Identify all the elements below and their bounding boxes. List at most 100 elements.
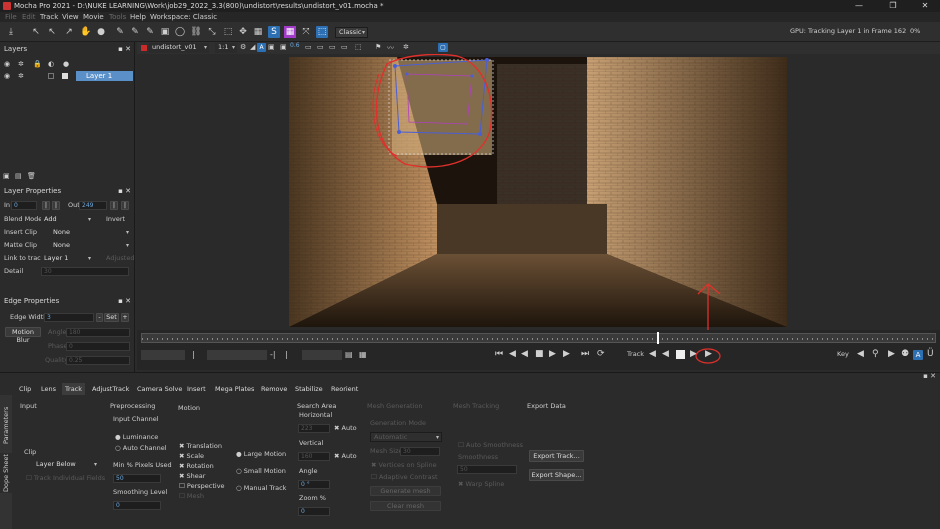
select-icon[interactable]: ↖	[30, 26, 42, 38]
corner-pin-icon[interactable]: ⬚	[222, 26, 234, 38]
set-button[interactable]: Set	[104, 313, 119, 322]
menu-file[interactable]: File	[5, 12, 17, 22]
mesh-checkbox[interactable]: ☐ Mesh	[179, 492, 204, 501]
tab-mega-plates[interactable]: Mega Plates	[212, 383, 257, 395]
phase-field[interactable]: 0	[66, 342, 130, 351]
auto-smoothness-checkbox[interactable]: ☐ Auto Smoothness	[458, 441, 523, 450]
prev-key-icon[interactable]: ◀	[857, 349, 864, 359]
adaptive-contrast-checkbox[interactable]: ☐ Adaptive Contrast	[371, 473, 438, 482]
sun-icon[interactable]: ✲	[18, 60, 24, 68]
mask-icon[interactable]: ▣	[280, 43, 287, 51]
timeline-scrubber[interactable]	[141, 332, 937, 344]
in-set-button[interactable]: |	[42, 201, 50, 210]
layer-track-icon[interactable]: ✲	[18, 72, 24, 80]
marker-icon[interactable]: |	[285, 350, 288, 359]
blend-mode-select[interactable]: Add	[41, 215, 93, 225]
lock-icon[interactable]: 🔒	[33, 60, 42, 68]
luminance-radio[interactable]: ● Luminance	[115, 433, 158, 442]
layer-row[interactable]: ◉ ✲ Layer 1	[0, 71, 134, 81]
hand-icon[interactable]: ✋	[80, 26, 92, 38]
generate-mesh-button[interactable]: Generate mesh	[370, 486, 441, 496]
vertices-on-spline-checkbox[interactable]: ✖ Vertices on Spline	[371, 461, 437, 470]
smoothing-level-field[interactable]: 0	[113, 501, 161, 510]
in-point-icon[interactable]: |	[192, 350, 195, 359]
minimize-button[interactable]: —	[846, 0, 872, 12]
go-start-icon[interactable]: ⏮	[495, 349, 503, 359]
export-track-button[interactable]: Export Track...	[529, 450, 584, 462]
new-layer-icon[interactable]: ▣	[3, 172, 10, 180]
insert-clip-select[interactable]: None	[41, 228, 131, 238]
invert-label[interactable]: Invert	[106, 215, 125, 224]
large-motion-radio[interactable]: ● Large Motion	[236, 450, 286, 459]
undo-key-icon[interactable]: Ü	[927, 349, 934, 359]
stop-tracking-button[interactable]	[676, 350, 685, 359]
go-end-icon[interactable]: ⏭	[581, 349, 589, 359]
mesh-size-field[interactable]: 30	[400, 447, 440, 456]
next-key-icon[interactable]: ▶	[888, 349, 895, 359]
layer-lock-checkbox[interactable]	[48, 73, 54, 79]
transform-icon[interactable]: ⤡	[206, 26, 218, 38]
viewer-canvas[interactable]	[137, 54, 940, 330]
export-shape-button[interactable]: Export Shape...	[529, 469, 584, 481]
tab-camera-solve[interactable]: Camera Solve	[134, 383, 185, 395]
angle-field[interactable]: 180	[66, 328, 130, 337]
vertical-field[interactable]: 160	[298, 452, 330, 461]
perspective-checkbox[interactable]: ☐ Perspective	[179, 482, 225, 491]
layer-name[interactable]: Layer 1	[76, 71, 133, 81]
warp-icon[interactable]: ⤧	[300, 26, 312, 38]
warp-spline-checkbox[interactable]: ✖ Warp Spline	[458, 480, 504, 489]
tab-reorient[interactable]: Reorient	[328, 383, 361, 395]
search-angle-field[interactable]: 0 °	[298, 480, 330, 489]
clip-select[interactable]: undistort_v01	[149, 43, 209, 53]
zoom-select[interactable]: 1:1	[215, 43, 237, 53]
out-field[interactable]	[302, 350, 342, 360]
surface-icon[interactable]: S	[268, 26, 280, 38]
add-key-icon[interactable]: ⚲	[872, 349, 879, 359]
scale-checkbox[interactable]: ✖ Scale	[179, 452, 204, 461]
playhead[interactable]	[657, 332, 659, 344]
edge-width-increment[interactable]: +	[121, 313, 129, 322]
menu-track[interactable]: Track	[40, 12, 58, 22]
in-goto-button[interactable]: |	[52, 201, 60, 210]
edge-width-decrement[interactable]: -	[96, 313, 103, 322]
rotation-checkbox[interactable]: ✖ Rotation	[179, 462, 214, 471]
view-icon[interactable]: ▭	[305, 43, 312, 51]
viewer[interactable]	[137, 54, 940, 332]
in-field[interactable]	[207, 350, 267, 360]
layer-view-icon[interactable]: ▭	[329, 43, 336, 51]
out-field[interactable]: 249	[79, 201, 107, 210]
close-panel-icon[interactable]: ▪ ✕	[118, 296, 131, 306]
tab-insert[interactable]: Insert	[184, 383, 209, 395]
maximize-button[interactable]: ❐	[880, 0, 906, 12]
shear-checkbox[interactable]: ✖ Shear	[179, 472, 205, 481]
pin-icon[interactable]: ⚑	[375, 43, 381, 51]
menu-workspace[interactable]: Workspace: Classic	[150, 12, 217, 22]
input-clip-select[interactable]: Layer Below	[24, 460, 99, 470]
matte-clip-select[interactable]: None	[41, 241, 131, 251]
overlay-icon[interactable]: ▣	[268, 43, 275, 51]
mesh-icon[interactable]: ⬚	[316, 26, 328, 38]
menu-edit[interactable]: Edit	[22, 12, 36, 22]
layer-color-swatch[interactable]	[62, 73, 68, 79]
track-individual-fields-checkbox[interactable]: ☐ Track Individual Fields	[26, 474, 105, 483]
small-motion-radio[interactable]: ○ Small Motion	[236, 467, 286, 476]
duplicate-layer-icon[interactable]: ▤	[15, 172, 22, 180]
step-back-icon[interactable]: ◀	[509, 349, 516, 359]
tab-track[interactable]: Track	[62, 383, 86, 395]
menu-movie[interactable]: Movie	[83, 12, 104, 22]
tab-remove[interactable]: Remove	[258, 383, 290, 395]
add-xspline-icon[interactable]: ✎	[129, 26, 141, 38]
pick-icon[interactable]: ↗	[63, 26, 75, 38]
translation-checkbox[interactable]: ✖ Translation	[179, 442, 222, 451]
bezier-icon[interactable]: ✎	[144, 26, 156, 38]
grid-icon[interactable]: ▦	[252, 26, 264, 38]
track-backward-icon[interactable]: ◀	[649, 349, 656, 359]
out-set-button[interactable]: |	[110, 201, 118, 210]
zoom-icon[interactable]: ●	[95, 26, 107, 38]
loop-playback-icon[interactable]: ⟳	[597, 349, 605, 359]
xspline-icon[interactable]: ✎	[114, 26, 126, 38]
generation-mode-select[interactable]: Automatic	[370, 432, 442, 442]
move-icon[interactable]: ✥	[237, 26, 249, 38]
opacity-value[interactable]: 0.6	[290, 42, 300, 49]
out-point-icon[interactable]: -|	[270, 350, 276, 359]
